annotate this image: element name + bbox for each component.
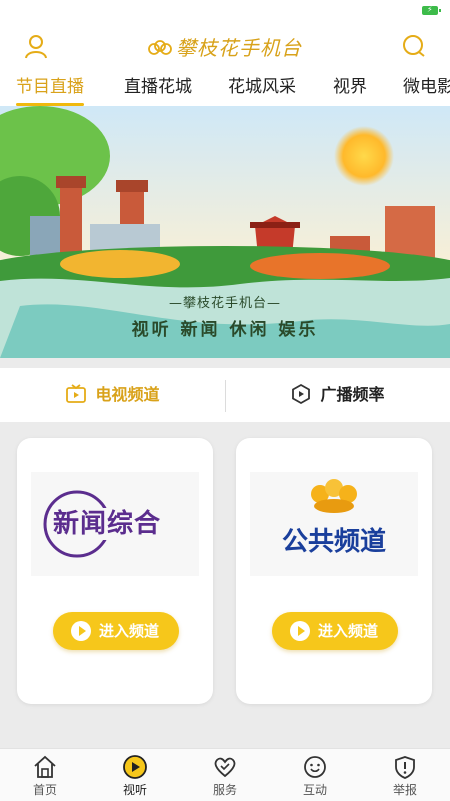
nav-service[interactable]: 服务 [180, 749, 270, 801]
tab-vision[interactable]: 视界 [333, 70, 367, 106]
tab-program-live[interactable]: 节目直播 [16, 70, 84, 106]
radio-frequency-tab[interactable]: 广播频率 [225, 368, 450, 422]
channel-type-switcher: 电视频道 广播频率 [0, 368, 450, 422]
radio-play-icon [292, 383, 311, 405]
home-icon [34, 755, 56, 778]
status-bar: ⚡ [0, 0, 450, 22]
tab-flower-city-scenery[interactable]: 花城风采 [228, 70, 296, 106]
tv-icon [66, 384, 87, 403]
chat-face-icon [304, 756, 326, 778]
nav-interact[interactable]: 互动 [270, 749, 360, 801]
tab-micro-film[interactable]: 微电影 [403, 70, 450, 106]
nav-home-label: 首页 [32, 783, 57, 797]
public-channel-name: 公共频道 [281, 527, 386, 557]
heart-icon [214, 757, 236, 778]
battery-icon: ⚡ [422, 5, 441, 15]
category-tabs: 节目直播 直播花城 花城风采 视界 微电影 [0, 70, 450, 107]
public-channel-logo: 公共频道 [250, 472, 418, 576]
play-icon [290, 621, 310, 641]
banner-caption: —攀枝花手机台— [168, 296, 281, 311]
nav-interact-label: 互动 [302, 783, 327, 797]
nav-report[interactable]: 举报 [360, 749, 450, 801]
tv-channel-label: 电视频道 [95, 385, 160, 404]
nav-media-label: 视听 [122, 783, 147, 797]
flower-logo-icon [148, 40, 172, 55]
news-channel-name: 新闻综合 [53, 509, 162, 539]
tab-live-flower-city[interactable]: 直播花城 [124, 70, 192, 106]
app-logo: 攀枝花手机台 [0, 32, 450, 61]
nav-home[interactable]: 首页 [0, 749, 90, 801]
enter-channel-button[interactable]: 进入频道 [53, 612, 179, 650]
play-icon [123, 755, 147, 779]
channel-card-news[interactable]: 新闻综合 进入频道 [17, 438, 213, 704]
nav-report-label: 举报 [392, 783, 417, 797]
radio-frequency-label: 广播频率 [320, 385, 385, 404]
nav-service-label: 服务 [212, 783, 237, 797]
tv-channel-tab[interactable]: 电视频道 [0, 368, 225, 422]
search-icon[interactable] [400, 32, 428, 60]
bottom-nav: 首页 视听 服务 互动 举报 [0, 748, 450, 801]
enter-channel-button[interactable]: 进入频道 [272, 612, 398, 650]
news-channel-logo: 新闻综合 [31, 472, 199, 576]
app-title: 攀枝花手机台 [176, 36, 302, 60]
channel-card-public[interactable]: 公共频道 进入频道 [236, 438, 432, 704]
banner-subtitle: 视听 新闻 休闲 娱乐 [131, 320, 319, 340]
shield-icon [395, 756, 415, 779]
play-icon [71, 621, 91, 641]
nav-media[interactable]: 视听 [90, 749, 180, 801]
top-bar: 攀枝花手机台 [0, 22, 450, 70]
